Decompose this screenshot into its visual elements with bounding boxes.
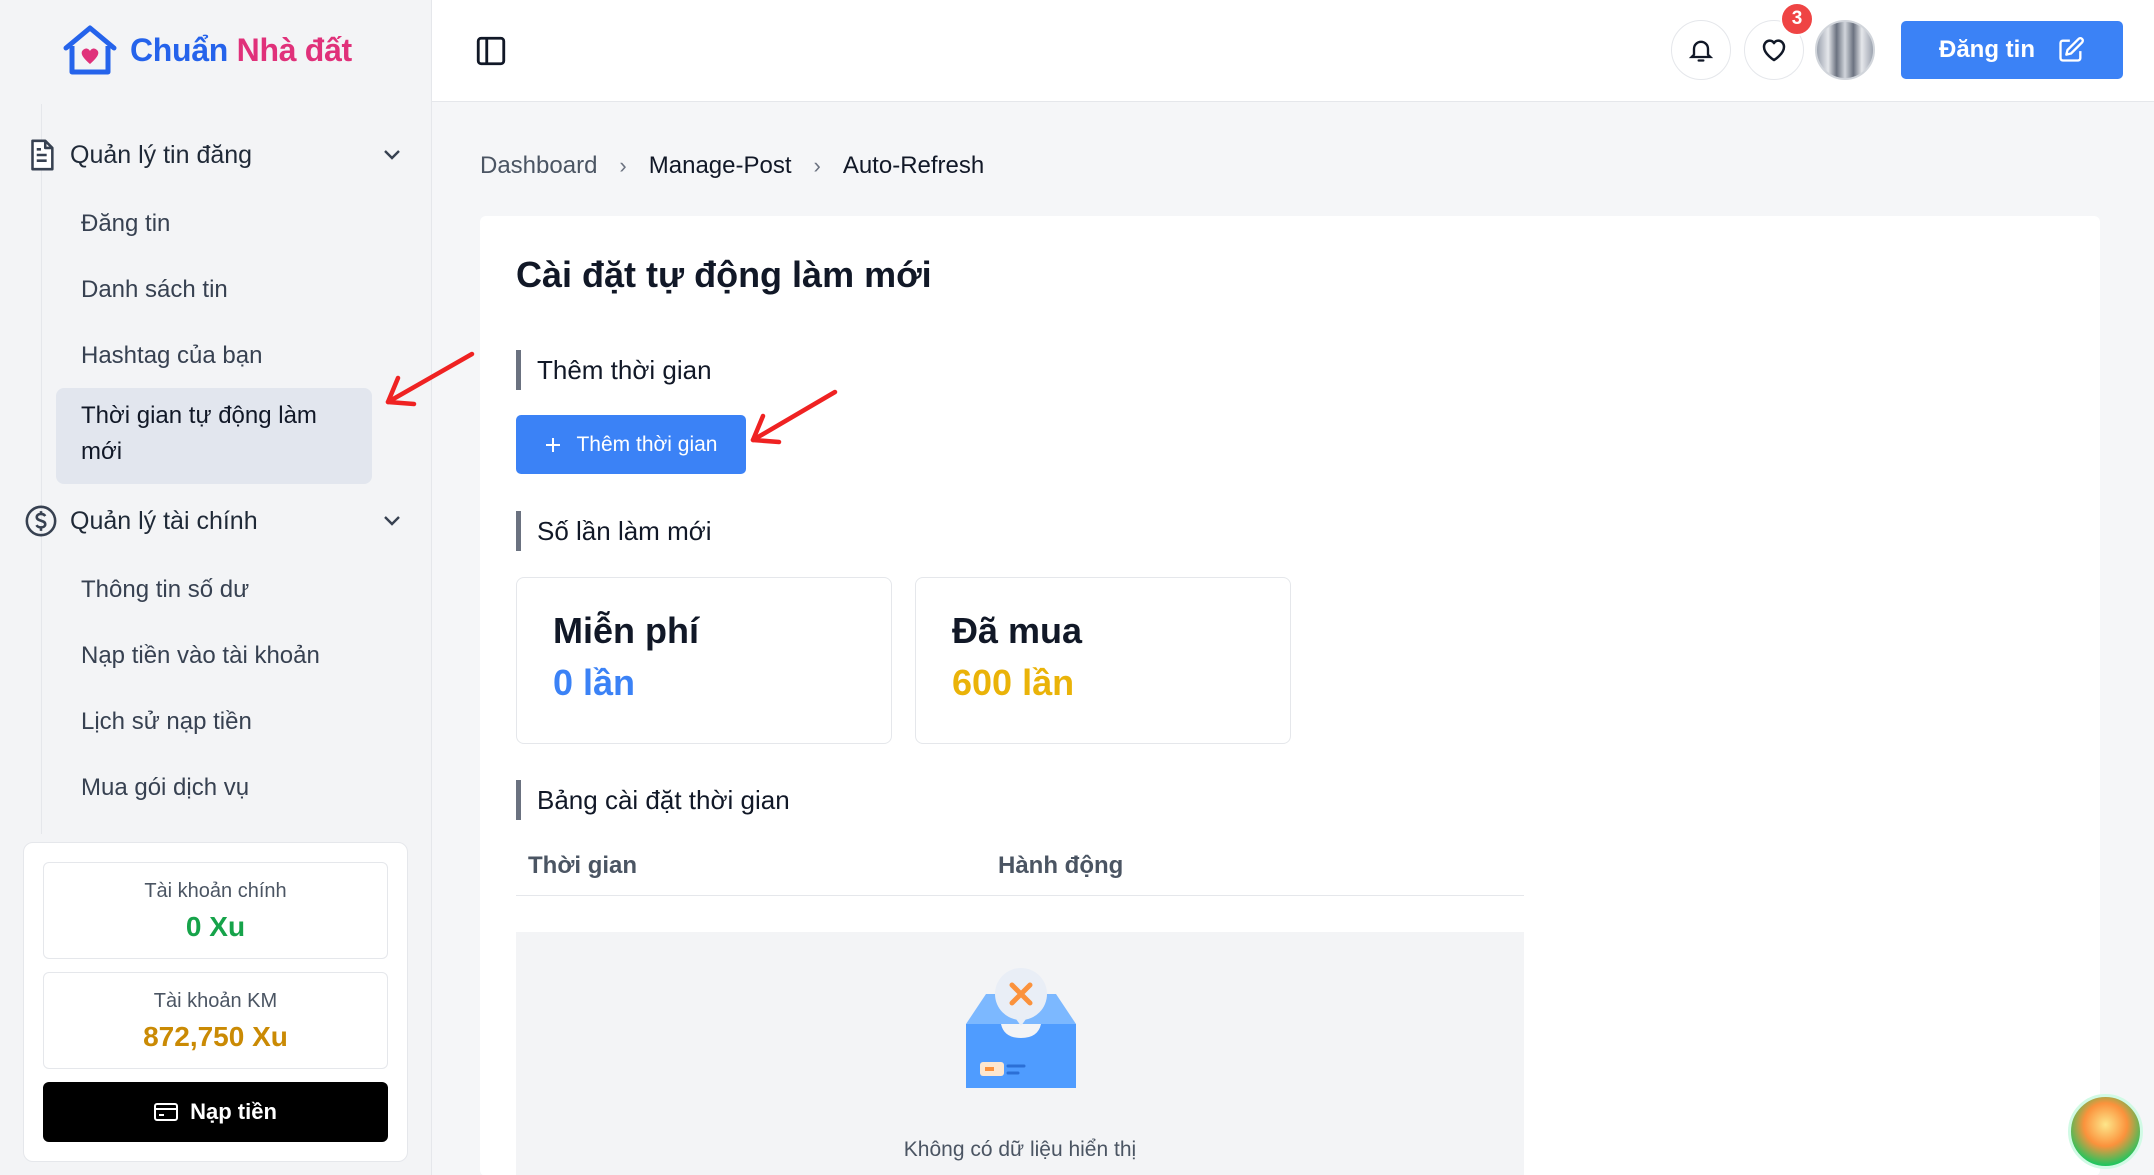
table-header: Thời gian Hành động — [516, 842, 1524, 896]
annotation-arrow-icon — [385, 351, 475, 407]
sidebar-item-post-news[interactable]: Đăng tin — [56, 196, 372, 252]
document-icon — [31, 139, 54, 171]
topup-button-label: Nạp tiền — [190, 1099, 277, 1124]
house-heart-icon — [63, 25, 117, 75]
sidebar-toggle-icon[interactable] — [474, 34, 508, 68]
breadcrumb-separator-icon: › — [813, 153, 821, 178]
chevron-down-icon — [384, 150, 400, 160]
post-news-label: Đăng tin — [1939, 36, 2035, 63]
breadcrumb: Dashboard › Manage-Post › Auto-Refresh — [480, 152, 984, 180]
plus-icon — [546, 437, 561, 452]
section-add-time: Thêm thời gian — [516, 350, 712, 390]
notifications-button[interactable] — [1671, 20, 1731, 80]
section-time-table: Bảng cài đặt thời gian — [516, 780, 790, 820]
sidebar-group-label: Quản lý tin đăng — [70, 140, 253, 169]
sidebar-item-topup-history[interactable]: Lịch sử nạp tiền — [56, 694, 372, 750]
section-refresh-count: Số lần làm mới — [516, 511, 712, 551]
sidebar-item-balance[interactable]: Thông tin số dư — [56, 562, 372, 618]
logo[interactable]: Chuẩn Nhà đất — [60, 22, 352, 78]
sidebar-item-post-list[interactable]: Danh sách tin — [56, 262, 372, 318]
heart-icon — [1762, 39, 1786, 62]
sidebar-group-finance[interactable]: Quản lý tài chính — [24, 504, 404, 538]
logo-text: Chuẩn Nhà đất — [130, 31, 352, 68]
page-title: Cài đặt tự động làm mới — [516, 254, 932, 295]
main-account-label: Tài khoản chính — [144, 880, 287, 902]
empty-inbox-icon — [966, 968, 1076, 1088]
sidebar-item-auto-refresh[interactable]: Thời gian tự động làm mới — [56, 388, 372, 484]
bell-icon — [1688, 40, 1714, 62]
add-time-button-label: Thêm thời gian — [576, 432, 718, 456]
sidebar-item-topup[interactable]: Nạp tiền vào tài khoản — [56, 628, 372, 684]
annotation-arrow-icon — [750, 389, 838, 445]
breadcrumb-auto-refresh: Auto-Refresh — [842, 152, 985, 179]
promo-account-value: 872,750 Xu — [143, 1021, 288, 1052]
column-header-action: Hành động — [998, 852, 1124, 879]
free-refresh-label: Miễn phí — [553, 610, 699, 651]
chevron-down-icon — [384, 516, 400, 526]
credit-card-icon — [154, 1103, 179, 1121]
column-header-time: Thời gian — [528, 852, 638, 879]
avatar[interactable] — [1815, 20, 1875, 80]
favorites-count-badge: 3 — [1780, 2, 1814, 36]
sidebar-item-hashtag[interactable]: Hashtag của bạn — [56, 328, 372, 384]
free-refresh-card: Miễn phí 0 lần — [516, 577, 892, 744]
breadcrumb-separator-icon: › — [619, 153, 627, 178]
floating-widget-button[interactable] — [2068, 1094, 2143, 1169]
free-refresh-value: 0 lần — [553, 662, 636, 703]
post-news-button[interactable]: Đăng tin — [1901, 21, 2123, 79]
empty-state-text: Không có dữ liệu hiển thị — [903, 1138, 1137, 1161]
wallet-panel: Tài khoản chính 0 Xu Tài khoản KM 872,75… — [23, 842, 408, 1162]
purchased-refresh-card: Đã mua 600 lần — [915, 577, 1291, 744]
purchased-refresh-value: 600 lần — [952, 662, 1075, 703]
main-account-card: Tài khoản chính 0 Xu — [43, 862, 388, 959]
breadcrumb-manage-post[interactable]: Manage-Post — [649, 152, 792, 180]
sidebar-group-label: Quản lý tài chính — [70, 506, 258, 535]
purchased-refresh-label: Đã mua — [952, 610, 1083, 651]
main-account-value: 0 Xu — [185, 911, 246, 942]
promo-account-label: Tài khoản KM — [153, 990, 278, 1012]
add-time-button[interactable]: Thêm thời gian — [516, 415, 746, 474]
edit-icon — [2059, 37, 2084, 62]
main-panel: Cài đặt tự động làm mới Thêm thời gian T… — [480, 216, 2100, 1175]
topup-button[interactable]: Nạp tiền — [43, 1082, 388, 1142]
dollar-circle-icon — [25, 505, 57, 537]
sidebar-group-posts[interactable]: Quản lý tin đăng — [24, 138, 404, 172]
empty-state: Không có dữ liệu hiển thị — [516, 932, 1524, 1175]
sidebar-item-buy-package[interactable]: Mua gói dịch vụ — [56, 760, 372, 816]
topbar — [432, 0, 2154, 102]
sidebar-rail — [41, 104, 42, 834]
sidebar: Chuẩn Nhà đất Quản lý tin đăng Đăng tin … — [0, 0, 432, 1175]
breadcrumb-dashboard[interactable]: Dashboard — [480, 152, 597, 180]
promo-account-card: Tài khoản KM 872,750 Xu — [43, 972, 388, 1069]
